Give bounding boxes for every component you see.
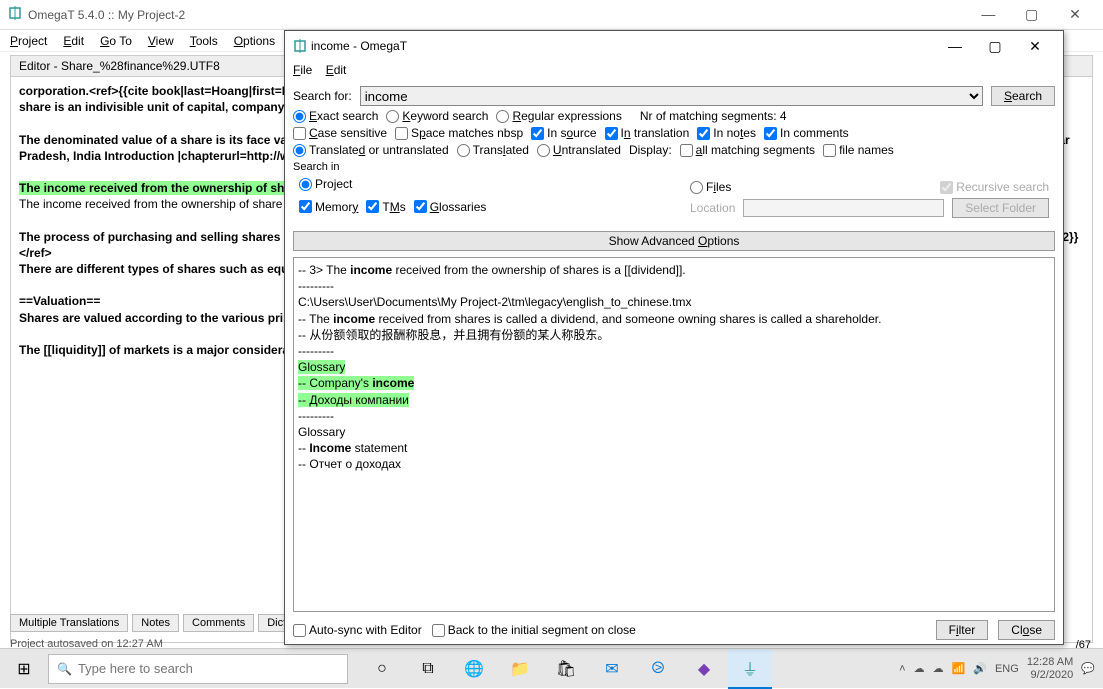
tray-cloud-icon[interactable]: ☁: [914, 662, 925, 675]
taskbar-search-input[interactable]: [78, 661, 339, 676]
filter-button[interactable]: Filter: [936, 620, 989, 640]
location-label: Location: [690, 201, 735, 215]
vs-icon[interactable]: ◆: [682, 649, 726, 689]
minimize-icon[interactable]: —: [968, 6, 1008, 22]
taskbar: ⊞ 🔍 ○ ⧉ 🌐 📁 🛍 ✉ ⧁ ◆ ⏚ ˄ ☁ ☁ 📶 🔊 ENG 12:2…: [0, 648, 1103, 688]
omegat-icon[interactable]: ⏚: [728, 649, 772, 689]
store-icon[interactable]: 🛍: [544, 649, 588, 689]
mail-icon[interactable]: ✉: [590, 649, 634, 689]
select-folder-button: Select Folder: [952, 198, 1049, 218]
radio-files[interactable]: Files: [690, 180, 731, 194]
taskview-icon[interactable]: ⧉: [406, 649, 450, 689]
cortana-icon[interactable]: ○: [360, 649, 404, 689]
dialog-close-icon[interactable]: ✕: [1015, 38, 1055, 55]
location-input: [743, 199, 944, 217]
radio-keyword[interactable]: Keyword search: [386, 109, 488, 123]
search-for-label: Search for:: [293, 89, 352, 103]
chk-memory[interactable]: Memory: [299, 200, 358, 214]
radio-trans-untrans[interactable]: Translated or untranslated: [293, 143, 449, 157]
chk-recursive: Recursive search: [940, 180, 1049, 194]
search-dialog: income - OmegaT — ▢ ✕ File Edit Search f…: [284, 30, 1064, 645]
window-title: OmegaT 5.4.0 :: My Project-2: [28, 8, 968, 22]
menu-goto[interactable]: Go To: [94, 32, 138, 50]
chk-tms[interactable]: TMs: [366, 200, 405, 214]
menu-tools[interactable]: Tools: [184, 32, 224, 50]
tray-onedrive-icon[interactable]: ☁: [933, 662, 944, 675]
glossary-match: Glossary: [298, 360, 345, 374]
search-results[interactable]: -- 3> The income received from the owner…: [293, 257, 1055, 612]
tray-up-icon[interactable]: ˄: [899, 663, 905, 675]
close-icon[interactable]: ✕: [1055, 6, 1095, 23]
segment-text: The [[liquidity]] of markets is a major …: [19, 343, 293, 357]
app-icon: [8, 6, 22, 23]
menu-view[interactable]: View: [142, 32, 180, 50]
taskbar-search[interactable]: 🔍: [48, 654, 348, 684]
matching-count: Nr of matching segments: 4: [640, 109, 787, 123]
menu-project[interactable]: Project: [4, 32, 53, 50]
dialog-minimize-icon[interactable]: —: [935, 38, 975, 54]
close-button[interactable]: Close: [998, 620, 1055, 640]
search-button[interactable]: Search: [991, 86, 1055, 106]
search-in-label: Search in: [293, 161, 1055, 173]
tray-lang-icon[interactable]: ENG: [995, 663, 1019, 675]
explorer-icon[interactable]: 📁: [498, 649, 542, 689]
chk-comments[interactable]: In comments: [764, 126, 849, 140]
tab-multi-trans[interactable]: Multiple Translations: [10, 614, 128, 632]
chk-source[interactable]: In source: [531, 126, 596, 140]
chk-autosync[interactable]: Auto-sync with Editor: [293, 623, 422, 637]
dialog-maximize-icon[interactable]: ▢: [975, 38, 1015, 55]
chk-notes[interactable]: In notes: [697, 126, 756, 140]
segment-text: ==Valuation==: [19, 294, 100, 308]
tray-wifi-icon[interactable]: 📶: [952, 662, 966, 675]
dialog-icon: [293, 39, 307, 53]
chk-case[interactable]: Case sensitive: [293, 126, 387, 140]
chk-all-segments[interactable]: all matching segments: [680, 143, 815, 157]
radio-translated[interactable]: Translated: [457, 143, 529, 157]
search-input[interactable]: income: [360, 86, 983, 106]
radio-regex[interactable]: Regular expressions: [496, 109, 621, 123]
active-segment[interactable]: The income received from the ownership o…: [19, 181, 291, 195]
tab-comments[interactable]: Comments: [183, 614, 254, 632]
segment-text: The income received from the ownership o…: [19, 197, 282, 211]
vscode-icon[interactable]: ⧁: [636, 649, 680, 689]
dialog-menu-edit[interactable]: Edit: [326, 63, 347, 77]
radio-exact[interactable]: Exact search: [293, 109, 378, 123]
maximize-icon[interactable]: ▢: [1012, 6, 1052, 23]
menu-options[interactable]: Options: [228, 32, 281, 50]
tab-notes[interactable]: Notes: [132, 614, 179, 632]
chk-translation[interactable]: In translation: [605, 126, 690, 140]
tray-clock[interactable]: 12:28 AM 9/2/2020: [1027, 656, 1073, 680]
advanced-options-button[interactable]: Show Advanced Options: [293, 231, 1055, 251]
chk-glossaries[interactable]: Glossaries: [414, 200, 487, 214]
radio-project[interactable]: Project: [299, 177, 352, 191]
chk-nbsp[interactable]: Space matches nbsp: [395, 126, 523, 140]
search-icon: 🔍: [57, 662, 72, 676]
menu-edit[interactable]: Edit: [57, 32, 90, 50]
edge-icon[interactable]: 🌐: [452, 649, 496, 689]
dialog-menu-file[interactable]: File: [293, 63, 312, 77]
dialog-title: income - OmegaT: [311, 39, 935, 53]
display-label: Display:: [629, 143, 672, 157]
chk-back-initial[interactable]: Back to the initial segment on close: [432, 623, 636, 637]
radio-untranslated[interactable]: Untranslated: [537, 143, 621, 157]
chk-file-names[interactable]: file names: [823, 143, 894, 157]
tray-volume-icon[interactable]: 🔊: [973, 662, 987, 675]
start-button[interactable]: ⊞: [0, 659, 48, 679]
tray-notifications-icon[interactable]: 💬: [1081, 662, 1095, 675]
